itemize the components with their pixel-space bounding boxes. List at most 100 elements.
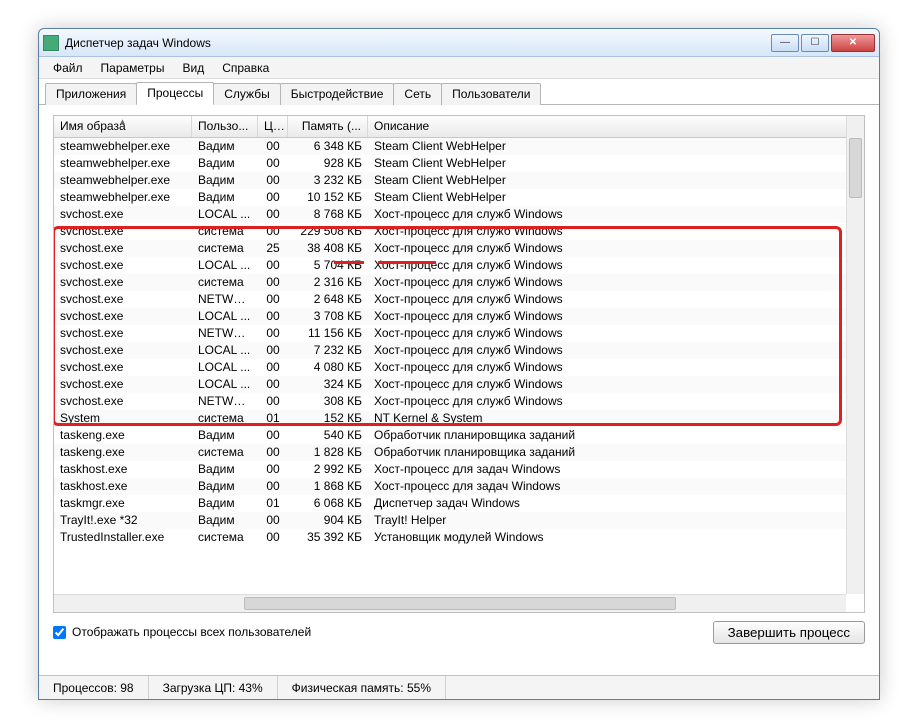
process-name: svchost.exe	[54, 342, 192, 359]
table-row[interactable]: svchost.exeLOCAL ...008 768 КБХост-проце…	[54, 206, 846, 223]
table-row[interactable]: taskmgr.exeВадим016 068 КБДиспетчер зада…	[54, 495, 846, 512]
col-cpu[interactable]: ЦП	[258, 116, 288, 137]
table-row[interactable]: svchost.exeLOCAL ...004 080 КБХост-проце…	[54, 359, 846, 376]
process-user: система	[192, 410, 258, 427]
process-desc: Хост-процесс для служб Windows	[368, 223, 846, 240]
table-row[interactable]: TrayIt!.exe *32Вадим00904 КБTrayIt! Help…	[54, 512, 846, 529]
menubar: Файл Параметры Вид Справка	[39, 57, 879, 79]
tab-network[interactable]: Сеть	[393, 83, 442, 105]
tab-applications[interactable]: Приложения	[45, 83, 137, 105]
process-user: NETWO...	[192, 393, 258, 410]
process-desc: Хост-процесс для служб Windows	[368, 393, 846, 410]
table-row[interactable]: svchost.exeсистема00229 508 КБХост-проце…	[54, 223, 846, 240]
process-cpu: 00	[258, 461, 288, 478]
vertical-scrollbar[interactable]	[846, 116, 864, 594]
table-row[interactable]: svchost.exeLOCAL ...007 232 КБХост-проце…	[54, 342, 846, 359]
process-memory: 3 708 КБ	[288, 308, 368, 325]
process-desc: Установщик модулей Windows	[368, 529, 846, 546]
table-row[interactable]: svchost.exeсистема002 316 КБХост-процесс…	[54, 274, 846, 291]
process-user: система	[192, 274, 258, 291]
bottom-row: Отображать процессы всех пользователей З…	[53, 619, 865, 645]
process-user: LOCAL ...	[192, 308, 258, 325]
table-row[interactable]: svchost.exeLOCAL ...00324 КБХост-процесс…	[54, 376, 846, 393]
maximize-button[interactable]: ☐	[801, 34, 829, 52]
menu-file[interactable]: Файл	[45, 59, 91, 77]
status-processes: Процессов: 98	[39, 676, 149, 699]
minimize-button[interactable]: —	[771, 34, 799, 52]
process-name: steamwebhelper.exe	[54, 138, 192, 155]
process-name: svchost.exe	[54, 291, 192, 308]
table-row[interactable]: TrustedInstaller.exeсистема0035 392 КБУс…	[54, 529, 846, 546]
show-all-users-label: Отображать процессы всех пользователей	[72, 625, 311, 639]
horizontal-scrollbar[interactable]	[54, 594, 846, 612]
process-cpu: 00	[258, 325, 288, 342]
table-row[interactable]: svchost.exeNETWO...002 648 КБХост-процес…	[54, 291, 846, 308]
show-all-users-input[interactable]	[53, 626, 66, 639]
process-desc: Диспетчер задач Windows	[368, 495, 846, 512]
process-desc: Хост-процесс для служб Windows	[368, 342, 846, 359]
table-row[interactable]: svchost.exeLOCAL ...003 708 КБХост-проце…	[54, 308, 846, 325]
tab-performance[interactable]: Быстродействие	[280, 83, 395, 105]
process-user: NETWO...	[192, 325, 258, 342]
tab-users[interactable]: Пользователи	[441, 83, 541, 105]
table-row[interactable]: taskhost.exeВадим002 992 КБХост-процесс …	[54, 461, 846, 478]
table-row[interactable]: taskeng.exeсистема001 828 КБОбработчик п…	[54, 444, 846, 461]
process-memory: 904 КБ	[288, 512, 368, 529]
horizontal-scrollbar-thumb[interactable]	[244, 597, 676, 610]
status-cpu: Загрузка ЦП: 43%	[149, 676, 278, 699]
process-name: svchost.exe	[54, 308, 192, 325]
col-desc[interactable]: Описание	[368, 116, 864, 137]
table-row[interactable]: Systemсистема01152 КБNT Kernel & System	[54, 410, 846, 427]
menu-params[interactable]: Параметры	[93, 59, 173, 77]
show-all-users-checkbox[interactable]: Отображать процессы всех пользователей	[53, 625, 311, 639]
process-cpu: 00	[258, 138, 288, 155]
process-name: steamwebhelper.exe	[54, 155, 192, 172]
process-user: LOCAL ...	[192, 257, 258, 274]
process-name: svchost.exe	[54, 325, 192, 342]
col-image[interactable]: ▲Имя образа	[54, 116, 192, 137]
titlebar[interactable]: Диспетчер задач Windows — ☐ ✕	[39, 29, 879, 57]
table-row[interactable]: steamwebhelper.exeВадим003 232 КБSteam C…	[54, 172, 846, 189]
close-button[interactable]: ✕	[831, 34, 875, 52]
tab-processes[interactable]: Процессы	[136, 82, 214, 105]
process-name: taskmgr.exe	[54, 495, 192, 512]
table-row[interactable]: taskeng.exeВадим00540 КБОбработчик плани…	[54, 427, 846, 444]
menu-view[interactable]: Вид	[174, 59, 212, 77]
process-desc: Хост-процесс для служб Windows	[368, 206, 846, 223]
process-user: NETWO...	[192, 291, 258, 308]
vertical-scrollbar-thumb[interactable]	[849, 138, 862, 198]
table-row[interactable]: steamwebhelper.exeВадим006 348 КБSteam C…	[54, 138, 846, 155]
table-row[interactable]: svchost.exeLOCAL ...005 704 КБХост-проце…	[54, 257, 846, 274]
status-bar: Процессов: 98 Загрузка ЦП: 43% Физическа…	[39, 675, 879, 699]
process-desc: Хост-процесс для служб Windows	[368, 376, 846, 393]
process-desc: TrayIt! Helper	[368, 512, 846, 529]
process-cpu: 00	[258, 393, 288, 410]
process-cpu: 00	[258, 274, 288, 291]
table-row[interactable]: svchost.exeсистема2538 408 КБХост-процес…	[54, 240, 846, 257]
table-body[interactable]: steamwebhelper.exeВадим006 348 КБSteam C…	[54, 138, 846, 594]
table-row[interactable]: svchost.exeNETWO...0011 156 КБХост-проце…	[54, 325, 846, 342]
process-desc: Steam Client WebHelper	[368, 172, 846, 189]
table-row[interactable]: taskhost.exeВадим001 868 КБХост-процесс …	[54, 478, 846, 495]
process-desc: Steam Client WebHelper	[368, 155, 846, 172]
process-cpu: 00	[258, 529, 288, 546]
table-row[interactable]: steamwebhelper.exeВадим00928 КБSteam Cli…	[54, 155, 846, 172]
process-cpu: 00	[258, 189, 288, 206]
process-name: TrustedInstaller.exe	[54, 529, 192, 546]
process-user: LOCAL ...	[192, 342, 258, 359]
process-user: система	[192, 529, 258, 546]
col-user[interactable]: Пользо...	[192, 116, 258, 137]
process-cpu: 00	[258, 427, 288, 444]
table-row[interactable]: steamwebhelper.exeВадим0010 152 КБSteam …	[54, 189, 846, 206]
tab-services[interactable]: Службы	[213, 83, 280, 105]
end-process-button[interactable]: Завершить процесс	[713, 621, 865, 644]
menu-help[interactable]: Справка	[214, 59, 277, 77]
process-memory: 10 152 КБ	[288, 189, 368, 206]
process-name: svchost.exe	[54, 359, 192, 376]
table-row[interactable]: svchost.exeNETWO...00308 КБХост-процесс …	[54, 393, 846, 410]
col-memory[interactable]: Память (...	[288, 116, 368, 137]
process-cpu: 00	[258, 257, 288, 274]
process-memory: 2 316 КБ	[288, 274, 368, 291]
process-memory: 8 768 КБ	[288, 206, 368, 223]
process-memory: 1 828 КБ	[288, 444, 368, 461]
